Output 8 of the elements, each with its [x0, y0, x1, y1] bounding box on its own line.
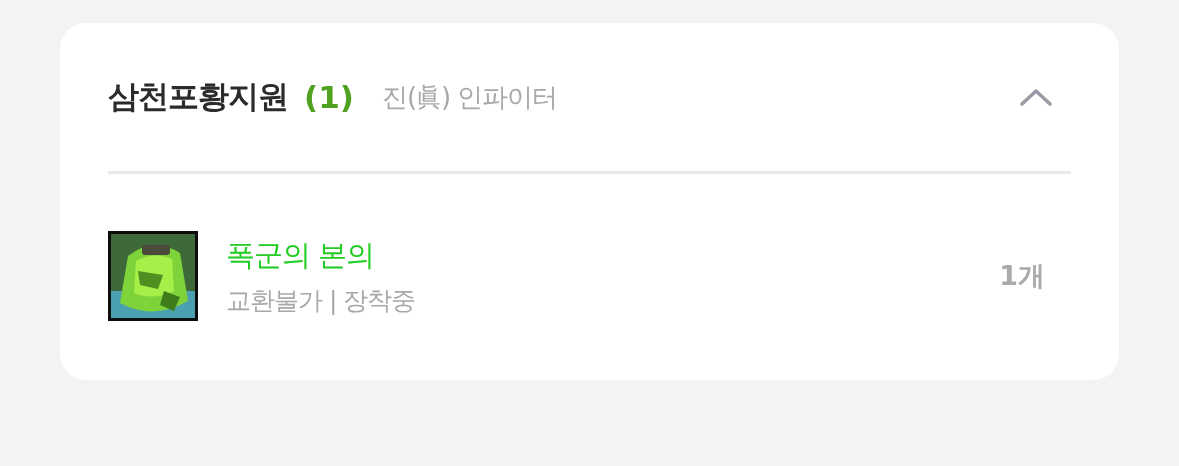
- character-class: 진(眞) 인파이터: [381, 80, 558, 114]
- item-name: 폭군의 본의: [226, 236, 376, 274]
- character-name: 삼천포황지원: [108, 77, 288, 116]
- item-details: 교환불가 | 장착중: [226, 284, 416, 317]
- pouch-icon: [108, 231, 198, 321]
- item-count: (1): [304, 79, 354, 115]
- chevron-icon: [1019, 87, 1053, 107]
- item-quantity: 1개: [999, 259, 1045, 293]
